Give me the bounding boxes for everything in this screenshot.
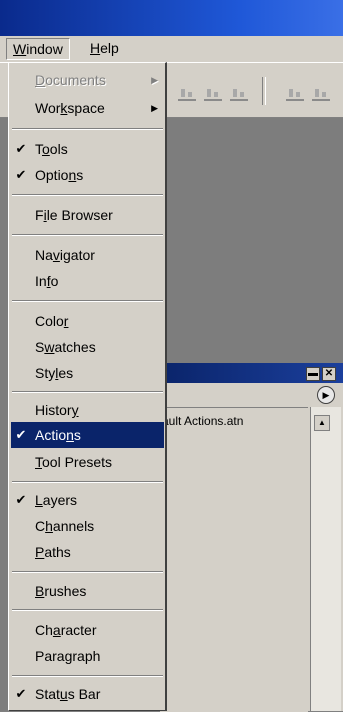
- menu-item-label: Actions: [35, 427, 81, 443]
- menu-window[interactable]: Window: [6, 38, 70, 60]
- submenu-arrow-icon: ▶: [151, 103, 158, 113]
- menu-item-label: Paragraph: [35, 648, 101, 664]
- menu-item-color[interactable]: Color: [11, 308, 164, 334]
- submenu-arrow-icon: ▶: [151, 75, 158, 85]
- menu-item-styles[interactable]: Styles: [11, 360, 164, 386]
- menu-separator: [12, 234, 163, 236]
- menu-item-tool-presets[interactable]: Tool Presets: [11, 449, 164, 475]
- menu-item-label: Info: [35, 273, 59, 289]
- menu-separator: [12, 675, 163, 677]
- menu-item-swatches[interactable]: Swatches: [11, 334, 164, 360]
- menu-item-label: Color: [35, 313, 69, 329]
- menu-item-channels[interactable]: Channels: [11, 513, 164, 539]
- menu-separator: [12, 609, 163, 611]
- panel-menu-icon[interactable]: ▶: [317, 386, 335, 404]
- menu-item-label: Character: [35, 622, 97, 638]
- align-bottom-icon[interactable]: [204, 85, 222, 101]
- menu-item-label: Layers: [35, 492, 78, 508]
- checkmark-icon: ✔: [15, 141, 27, 156]
- distribute-icon[interactable]: [286, 85, 304, 101]
- panel-title-bar[interactable]: ▬ ✕: [160, 363, 343, 383]
- actions-panel: ▬ ✕ ▶ ault Actions.atn ▲: [160, 363, 343, 712]
- menu-separator: [12, 128, 163, 130]
- menu-item-label: Options: [35, 167, 84, 183]
- align-bottom-icon[interactable]: [230, 85, 248, 101]
- menu-bar: Window Help: [0, 36, 343, 63]
- panel-scrollbar[interactable]: ▲: [310, 407, 341, 711]
- checkmark-icon: ✔: [15, 492, 27, 507]
- menu-item-brushes[interactable]: Brushes: [11, 578, 164, 604]
- menu-item-layers[interactable]: ✔ Layers: [11, 487, 164, 513]
- menu-item-label: Tools: [35, 141, 68, 157]
- menu-item-label: Styles: [35, 365, 74, 381]
- menu-item-workspace[interactable]: Workspace ▶: [11, 95, 164, 121]
- checkmark-icon: ✔: [15, 427, 27, 442]
- menu-item-documents: Documents ▶: [11, 67, 164, 93]
- close-icon[interactable]: ✕: [322, 367, 336, 381]
- toolbar-separator: [262, 77, 266, 105]
- menu-item-history[interactable]: History: [11, 397, 164, 423]
- menu-item-label: Navigator: [35, 247, 95, 263]
- menu-item-label: Status Bar: [35, 686, 101, 702]
- menu-item-file-browser[interactable]: File Browser: [11, 202, 164, 228]
- menu-item-label: Tool Presets: [35, 454, 113, 470]
- menu-item-paragraph[interactable]: Paragraph: [11, 643, 164, 669]
- menu-separator: [12, 571, 163, 573]
- menu-help[interactable]: Help: [84, 38, 125, 58]
- menu-item-label: Paths: [35, 544, 71, 560]
- checkmark-icon: ✔: [15, 686, 27, 701]
- align-bottom-icon[interactable]: [178, 85, 196, 101]
- menu-item-options[interactable]: ✔ Options: [11, 162, 164, 188]
- distribute-icon[interactable]: [312, 85, 330, 101]
- actions-list: ault Actions.atn: [160, 407, 308, 712]
- action-set-item[interactable]: ault Actions.atn: [162, 414, 243, 428]
- menu-separator: [12, 391, 163, 393]
- app-title-bar: [0, 0, 343, 36]
- checkmark-icon: ✔: [15, 167, 27, 182]
- menu-separator: [12, 194, 163, 196]
- menu-item-label: Documents: [35, 72, 106, 88]
- menu-item-label: History: [35, 402, 79, 418]
- menu-item-status-bar[interactable]: ✔ Status Bar: [11, 681, 164, 707]
- menu-item-label: Workspace: [35, 100, 105, 116]
- menu-separator: [12, 300, 163, 302]
- menu-item-tools[interactable]: ✔ Tools: [11, 136, 164, 162]
- menu-item-label: File Browser: [35, 207, 113, 223]
- menu-item-label: Channels: [35, 518, 95, 534]
- menu-item-info[interactable]: Info: [11, 268, 164, 294]
- window-menu-dropdown: Documents ▶ Workspace ▶ ✔ Tools ✔ Option…: [8, 62, 167, 711]
- panel-toolbar: ▶: [160, 383, 343, 405]
- minimize-icon[interactable]: ▬: [306, 367, 320, 381]
- menu-item-paths[interactable]: Paths: [11, 539, 164, 565]
- menu-item-label: Brushes: [35, 583, 87, 599]
- menu-item-label: Swatches: [35, 339, 96, 355]
- menu-item-navigator[interactable]: Navigator: [11, 242, 164, 268]
- menu-item-actions[interactable]: ✔ Actions: [11, 422, 164, 448]
- scroll-up-icon[interactable]: ▲: [314, 415, 330, 431]
- menu-item-character[interactable]: Character: [11, 617, 164, 643]
- menu-separator: [12, 481, 163, 483]
